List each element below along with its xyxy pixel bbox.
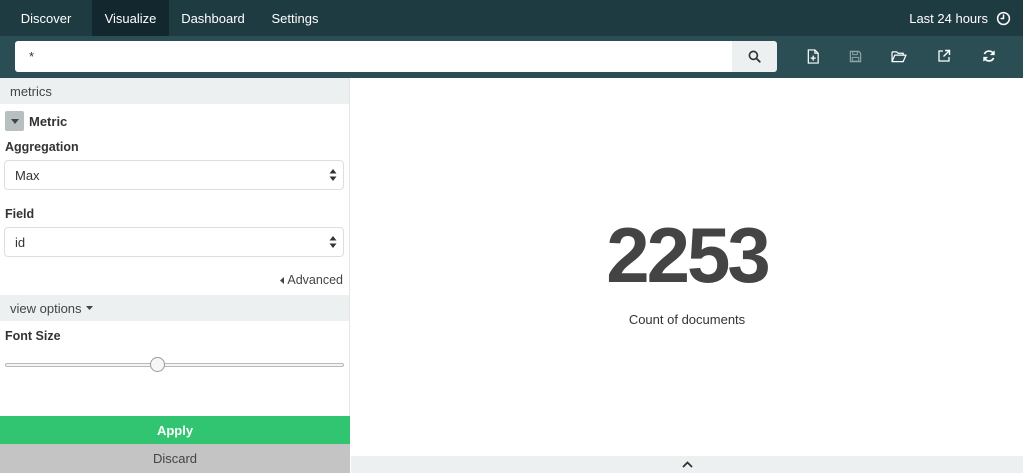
- font-size-label: Font Size: [5, 329, 61, 343]
- time-range-label: Last 24 hours: [909, 10, 988, 26]
- metric-label: Count of documents: [628, 312, 746, 327]
- apply-label: Apply: [156, 422, 194, 438]
- tab-discover[interactable]: Discover: [0, 0, 92, 36]
- save-icon: [849, 50, 861, 62]
- tab-visualize[interactable]: Visualize: [92, 0, 169, 36]
- discard-button[interactable]: Discard: [0, 444, 350, 473]
- search-icon: [748, 50, 761, 63]
- clock-icon: [996, 11, 1011, 25]
- metric-collapse-toggle[interactable]: [5, 111, 24, 131]
- metric-title: Metric: [29, 113, 68, 129]
- discard-label: Discard: [152, 451, 198, 466]
- apply-button[interactable]: Apply: [0, 416, 350, 444]
- advanced-toggle[interactable]: Advanced: [280, 273, 343, 287]
- view-options-header[interactable]: view options: [0, 295, 349, 321]
- refresh-button[interactable]: [977, 44, 1001, 68]
- search-button[interactable]: [732, 41, 777, 72]
- field-select[interactable]: id: [4, 227, 344, 257]
- new-visualization-button[interactable]: [801, 44, 825, 68]
- spy-panel-toggle[interactable]: [351, 456, 1023, 473]
- metrics-header-label: metrics: [10, 83, 52, 99]
- save-button[interactable]: [843, 44, 867, 68]
- select-caret-icon: [329, 236, 337, 248]
- tab-dashboard[interactable]: Dashboard: [169, 0, 257, 36]
- caret-down-icon: [10, 118, 19, 124]
- field-label: Field: [5, 207, 35, 221]
- caret-down-icon: [85, 306, 93, 310]
- select-caret-icon: [329, 169, 337, 181]
- field-value: id: [15, 234, 26, 250]
- search-input[interactable]: [15, 41, 732, 72]
- vis-editor-sidebar: metrics Metric Aggregation Max Field id …: [0, 78, 350, 473]
- aggregation-value: Max: [15, 167, 40, 183]
- share-icon: [938, 49, 951, 62]
- top-nav: Discover Visualize Dashboard Settings La…: [0, 0, 1023, 36]
- font-size-slider-thumb[interactable]: [150, 357, 166, 372]
- metric-visualization: 2253 Count of documents: [351, 78, 1023, 456]
- time-picker[interactable]: Last 24 hours: [909, 0, 1011, 36]
- metric-value: 2253: [606, 211, 771, 299]
- tab-settings[interactable]: Settings: [257, 0, 333, 36]
- aggregation-label: Aggregation: [5, 140, 79, 154]
- metric-agg-header: Metric: [5, 111, 67, 131]
- chevron-up-icon: [681, 461, 693, 468]
- advanced-label: Advanced: [287, 273, 343, 287]
- metrics-section-header: metrics: [0, 78, 349, 104]
- new-visualization-icon: [807, 48, 819, 64]
- caret-left-icon: [280, 276, 285, 284]
- share-button[interactable]: [932, 44, 956, 68]
- refresh-icon: [983, 50, 995, 62]
- view-options-label: view options: [10, 300, 82, 316]
- aggregation-select[interactable]: Max: [4, 160, 344, 190]
- open-icon: [891, 50, 907, 62]
- font-size-slider-track[interactable]: [5, 363, 344, 367]
- open-button[interactable]: [887, 44, 911, 68]
